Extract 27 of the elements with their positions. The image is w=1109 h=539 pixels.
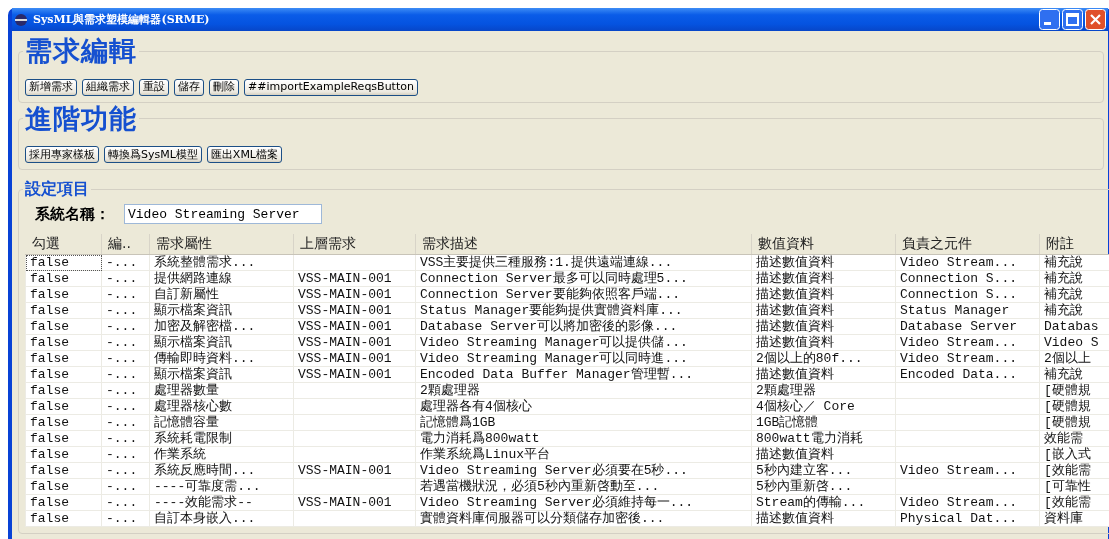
column-header[interactable]: 數值資料 <box>751 234 896 255</box>
toolbar-button[interactable]: 採用專家樣板 <box>25 146 99 163</box>
system-name-field[interactable]: Video Streaming Server <box>124 204 322 224</box>
close-icon[interactable] <box>1085 9 1106 30</box>
toolbar-button[interactable]: 儲存 <box>174 78 204 96</box>
toolbar-button[interactable]: 刪除 <box>209 78 239 96</box>
column-header[interactable]: 需求屬性 <box>149 234 294 255</box>
column-header[interactable]: 負責之元件 <box>895 234 1040 255</box>
column-header[interactable]: 上層需求 <box>293 234 416 255</box>
toolbar-button[interactable]: 匯出XML檔案 <box>206 146 282 163</box>
group-title: 設定項目 <box>24 179 90 200</box>
maximize-icon[interactable] <box>1062 9 1083 30</box>
group-title: 需求編輯 <box>24 34 138 68</box>
toolbar-button[interactable]: 新增需求 <box>25 78 77 96</box>
minimize-icon[interactable] <box>1039 9 1060 30</box>
column-header[interactable]: 附註 <box>1039 234 1109 255</box>
column-header[interactable]: 需求描述 <box>415 234 752 255</box>
window-title: SysML與需求塑模編輯器(SRME) <box>33 12 211 27</box>
field-label: 系統名稱： <box>35 204 110 224</box>
app-icon <box>14 12 28 27</box>
toolbar-button[interactable]: 轉換爲SysML模型 <box>104 146 202 163</box>
column-header[interactable]: 編.. <box>101 234 150 255</box>
column-header[interactable]: 勾選 <box>25 234 102 255</box>
toolbar-button[interactable]: 組織需求 <box>82 78 134 96</box>
toolbar-button[interactable]: 重設 <box>139 78 169 96</box>
group-title: 進階功能 <box>24 101 138 136</box>
toolbar-button[interactable]: ##importExampleReqsButton <box>244 78 418 96</box>
